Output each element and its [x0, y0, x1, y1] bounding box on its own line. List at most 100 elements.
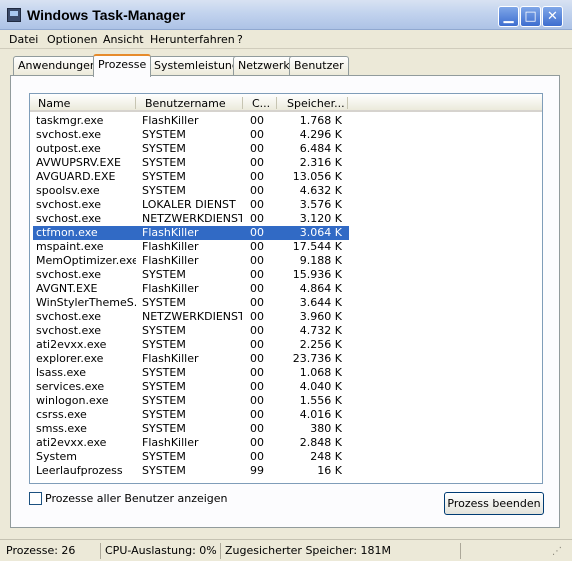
memory-cell: 380 K — [310, 422, 342, 435]
memory-cell: 1.556 K — [299, 394, 342, 407]
column-header-name[interactable]: Name — [38, 97, 70, 110]
cpu-cell: 00 — [250, 282, 264, 295]
memory-cell: 248 K — [310, 450, 342, 463]
column-header-memory[interactable]: Speicher... — [287, 97, 345, 110]
minimize-button[interactable]: ▁ — [498, 6, 519, 27]
table-row[interactable]: lsass.exe SYSTEM 00 1.068 K — [30, 366, 542, 380]
menu-herunterfahren[interactable]: Herunterfahren — [150, 33, 235, 46]
memory-cell: 3.064 K — [299, 226, 342, 239]
cpu-cell: 00 — [250, 156, 264, 169]
process-name-cell: ati2evxx.exe — [36, 436, 107, 449]
process-name-cell: MemOptimizer.exe — [36, 254, 136, 267]
table-row[interactable]: winlogon.exe SYSTEM 00 1.556 K — [30, 394, 542, 408]
table-row[interactable]: svchost.exe SYSTEM 00 15.936 K — [30, 268, 542, 282]
resize-grip-icon[interactable]: ⋰ — [552, 546, 566, 560]
cpu-cell: 00 — [250, 142, 264, 155]
tab-benutzer[interactable]: Benutzer — [289, 56, 349, 76]
cpu-cell: 00 — [250, 422, 264, 435]
column-header-cpu[interactable]: C... — [252, 97, 270, 110]
maximize-icon: □ — [524, 9, 537, 24]
cpu-cell: 00 — [250, 324, 264, 337]
table-row[interactable]: ati2evxx.exe SYSTEM 00 2.256 K — [30, 338, 542, 352]
process-name-cell: winlogon.exe — [36, 394, 109, 407]
process-name-cell: smss.exe — [36, 422, 87, 435]
table-row[interactable]: svchost.exe SYSTEM 00 4.732 K — [30, 324, 542, 338]
status-empty-pane — [460, 543, 545, 559]
table-row[interactable]: svchost.exe SYSTEM 00 4.296 K — [30, 128, 542, 142]
end-process-button[interactable]: Prozess beenden — [444, 492, 544, 515]
username-cell: NETZWERKDIENST — [142, 310, 242, 323]
tab-anwendungen[interactable]: Anwendungen — [13, 56, 102, 76]
table-row[interactable]: smss.exe SYSTEM 00 380 K — [30, 422, 542, 436]
show-all-users-checkbox[interactable] — [29, 492, 42, 505]
menu-help[interactable]: ? — [237, 33, 243, 46]
tab-netzwerk[interactable]: Netzwerk — [233, 56, 295, 76]
process-name-cell: AVGNT.EXE — [36, 282, 98, 295]
table-row[interactable]: ctfmon.exe FlashKiller 00 3.064 K — [30, 226, 542, 240]
cpu-cell: 00 — [250, 352, 264, 365]
memory-cell: 4.040 K — [299, 380, 342, 393]
table-row[interactable]: WinStylerThemeS... SYSTEM 00 3.644 K — [30, 296, 542, 310]
status-cpu-usage: CPU-Auslastung: 0% — [100, 543, 217, 559]
table-row[interactable]: ati2evxx.exe FlashKiller 00 2.848 K — [30, 436, 542, 450]
menu-datei[interactable]: Datei — [9, 33, 38, 46]
table-row[interactable]: AVWUPSRV.EXE SYSTEM 00 2.316 K — [30, 156, 542, 170]
process-name-cell: svchost.exe — [36, 268, 102, 281]
column-divider[interactable] — [347, 97, 348, 109]
memory-cell: 9.188 K — [299, 254, 342, 267]
table-row[interactable]: AVGNT.EXE FlashKiller 00 4.864 K — [30, 282, 542, 296]
process-name-cell: csrss.exe — [36, 408, 87, 421]
username-cell: SYSTEM — [142, 338, 186, 351]
title-bar[interactable]: Windows Task-Manager ▁ □ ✕ — [0, 0, 572, 30]
cpu-cell: 00 — [250, 408, 264, 421]
cpu-cell: 00 — [250, 296, 264, 309]
memory-cell: 13.056 K — [292, 170, 342, 183]
memory-cell: 4.864 K — [299, 282, 342, 295]
username-cell: SYSTEM — [142, 170, 186, 183]
memory-cell: 1.768 K — [299, 114, 342, 127]
table-row[interactable]: services.exe SYSTEM 00 4.040 K — [30, 380, 542, 394]
process-name-cell: System — [36, 450, 78, 463]
username-cell: SYSTEM — [142, 394, 186, 407]
column-divider[interactable] — [276, 97, 277, 109]
menu-optionen[interactable]: Optionen — [47, 33, 97, 46]
task-manager-app-icon[interactable] — [7, 8, 21, 22]
table-row[interactable]: explorer.exe FlashKiller 00 23.736 K — [30, 352, 542, 366]
memory-cell: 6.484 K — [299, 142, 342, 155]
username-cell: SYSTEM — [142, 184, 186, 197]
table-row[interactable]: svchost.exe NETZWERKDIENST 00 3.120 K — [30, 212, 542, 226]
process-list[interactable]: Name Benutzername C... Speicher... taskm… — [29, 93, 543, 484]
close-icon: ✕ — [547, 9, 558, 24]
username-cell: SYSTEM — [142, 450, 186, 463]
table-row[interactable]: svchost.exe NETZWERKDIENST 00 3.960 K — [30, 310, 542, 324]
table-row[interactable]: System SYSTEM 00 248 K — [30, 450, 542, 464]
memory-cell: 1.068 K — [299, 366, 342, 379]
column-divider[interactable] — [242, 97, 243, 109]
table-row[interactable]: taskmgr.exe FlashKiller 00 1.768 K — [30, 114, 542, 128]
memory-cell: 2.256 K — [299, 338, 342, 351]
menu-ansicht[interactable]: Ansicht — [103, 33, 144, 46]
table-row[interactable]: AVGUARD.EXE SYSTEM 00 13.056 K — [30, 170, 542, 184]
cpu-cell: 00 — [250, 128, 264, 141]
maximize-button[interactable]: □ — [520, 6, 541, 27]
column-divider[interactable] — [135, 97, 136, 109]
cpu-cell: 00 — [250, 268, 264, 281]
table-row[interactable]: Leerlaufprozess SYSTEM 99 16 K — [30, 464, 542, 478]
column-header-username[interactable]: Benutzername — [145, 97, 226, 110]
table-row[interactable]: MemOptimizer.exe FlashKiller 00 9.188 K — [30, 254, 542, 268]
cpu-cell: 00 — [250, 114, 264, 127]
tab-systemleistung[interactable]: Systemleistung — [149, 56, 244, 76]
window-title: Windows Task-Manager — [27, 7, 186, 23]
username-cell: SYSTEM — [142, 366, 186, 379]
table-row[interactable]: mspaint.exe FlashKiller 00 17.544 K — [30, 240, 542, 254]
table-row[interactable]: csrss.exe SYSTEM 00 4.016 K — [30, 408, 542, 422]
cpu-cell: 00 — [250, 212, 264, 225]
table-row[interactable]: outpost.exe SYSTEM 00 6.484 K — [30, 142, 542, 156]
close-button[interactable]: ✕ — [542, 6, 563, 27]
table-row[interactable]: spoolsv.exe SYSTEM 00 4.632 K — [30, 184, 542, 198]
cpu-cell: 00 — [250, 338, 264, 351]
table-row[interactable]: svchost.exe LOKALER DIENST 00 3.576 K — [30, 198, 542, 212]
process-name-cell: mspaint.exe — [36, 240, 104, 253]
process-name-cell: explorer.exe — [36, 352, 104, 365]
tab-prozesse[interactable]: Prozesse — [93, 54, 152, 77]
